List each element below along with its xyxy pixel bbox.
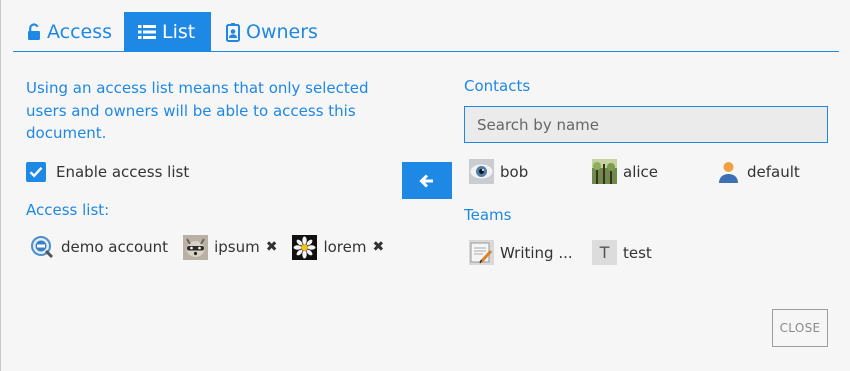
access-list-description: Using an access list means that only sel… (26, 79, 369, 142)
raccoon-avatar (183, 234, 209, 260)
access-member: demo account (30, 235, 168, 260)
team-name: Writing ... (500, 243, 573, 262)
team-item-test[interactable]: T test (592, 240, 652, 265)
access-member-name: ipsum (214, 238, 260, 256)
tab-access-label: Access (47, 21, 113, 43)
tab-access[interactable]: Access (13, 12, 125, 52)
unlock-icon (28, 23, 40, 40)
access-member-name: lorem (323, 238, 367, 256)
access-member: ipsum ✖ (183, 234, 278, 260)
teams-label: Teams (464, 206, 512, 224)
access-list-members: demo account ipsum ✖ lorem ✖ (30, 233, 399, 261)
access-member: lorem ✖ (292, 234, 384, 260)
checkmark-icon (29, 166, 43, 178)
list-icon (138, 25, 156, 39)
tab-list[interactable]: List (124, 12, 211, 52)
team-name: test (623, 243, 652, 262)
person-avatar (719, 162, 738, 183)
contact-item-alice[interactable]: alice (592, 159, 658, 184)
letter-avatar: T (592, 240, 617, 265)
close-button[interactable]: CLOSE (772, 309, 828, 347)
tab-list-label: List (162, 21, 196, 43)
contact-name: default (747, 162, 800, 181)
remove-member-button[interactable]: ✖ (266, 239, 278, 255)
enable-access-list-label: Enable access list (56, 163, 190, 181)
access-list-label: Access list: (26, 201, 110, 219)
arrow-left-icon (419, 173, 433, 188)
tab-owners[interactable]: Owners (212, 12, 331, 52)
enable-access-list-row[interactable]: Enable access list (26, 161, 189, 183)
add-to-access-list-button[interactable] (402, 162, 452, 199)
access-member-name: demo account (61, 238, 169, 256)
team-item-writing[interactable]: Writing ... (469, 240, 573, 265)
search-input[interactable] (464, 106, 828, 143)
tab-owners-label: Owners (246, 21, 318, 43)
tab-bar: Access List Owners (13, 12, 839, 52)
forest-avatar (592, 159, 617, 184)
contact-item-bob[interactable]: bob (469, 159, 528, 184)
badge-icon (226, 22, 240, 42)
eye-avatar (469, 159, 494, 184)
magnifier-avatar (31, 235, 54, 258)
contact-item-default[interactable]: default (716, 159, 800, 184)
daisy-avatar (292, 234, 318, 260)
contacts-label: Contacts (464, 77, 531, 95)
contact-name: bob (500, 162, 529, 181)
enable-access-list-checkbox[interactable] (26, 162, 46, 182)
remove-member-button[interactable]: ✖ (372, 239, 384, 255)
writing-avatar (469, 240, 494, 265)
contact-name: alice (623, 162, 659, 181)
